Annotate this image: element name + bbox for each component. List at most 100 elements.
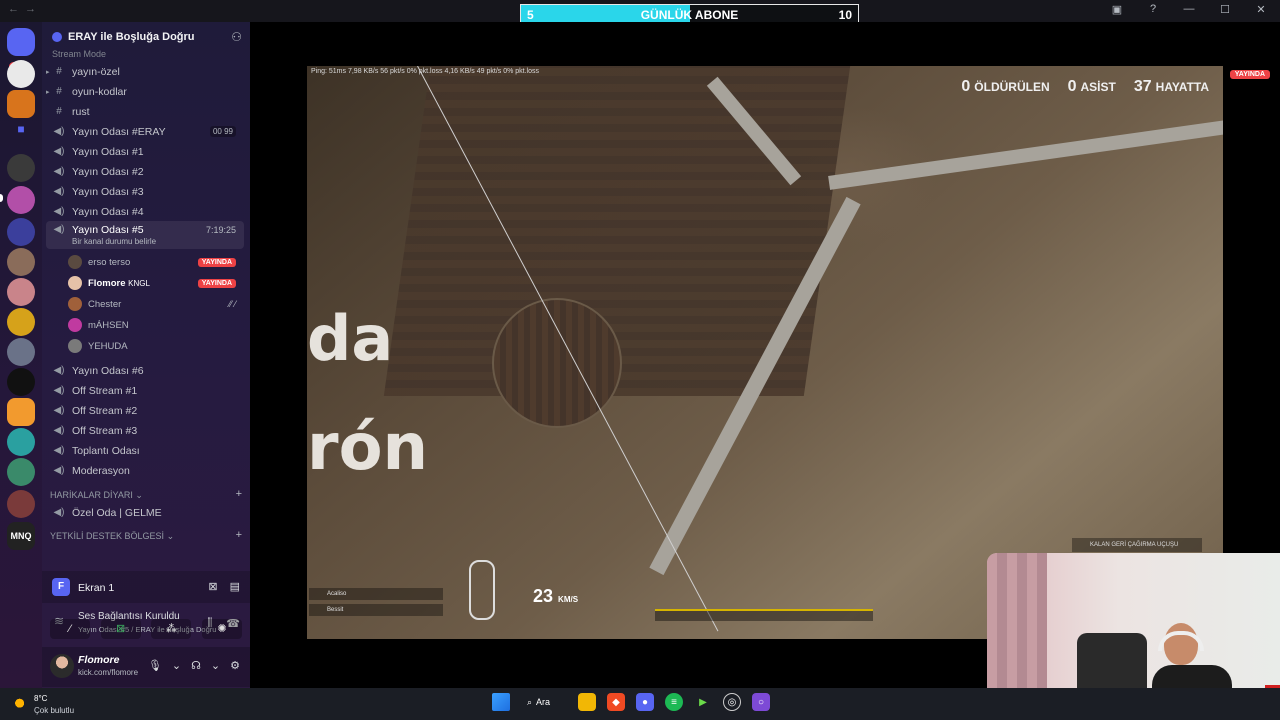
close-button[interactable]: ✕: [1254, 3, 1268, 16]
server-icon[interactable]: [7, 278, 35, 306]
speaker-icon: ◀): [53, 507, 65, 518]
channel-yayin-ozel[interactable]: ▸ # yayın-özel: [46, 62, 244, 81]
caret-icon: ▸: [46, 88, 50, 96]
server-icon[interactable]: [7, 398, 35, 426]
voice-user[interactable]: YEHUDA: [68, 336, 242, 356]
channel-oyun-kodlar[interactable]: ▸ # oyun-kodlar: [46, 82, 244, 101]
team-list: Acaliso Bessit: [309, 588, 443, 616]
map-label: rón: [307, 411, 429, 485]
server-icon[interactable]: [7, 186, 35, 214]
screen-share-title: Ekran 1: [78, 582, 115, 594]
voice-channel[interactable]: ◀) Toplantı Odası: [46, 441, 244, 460]
server-badge-icon: [52, 32, 62, 42]
server-icon[interactable]: [7, 248, 35, 276]
media-icon[interactable]: ▶: [694, 693, 712, 711]
chevron-down-icon: ⌄: [166, 531, 175, 541]
voice-channel[interactable]: ◀) Yayın Odası #2: [46, 162, 244, 181]
voice-channel[interactable]: ◀) Yayın Odası #ERAY 00 99: [46, 122, 244, 141]
screen-share-button[interactable]: ⊠: [100, 619, 141, 639]
voice-channel[interactable]: ◀) Off Stream #2: [46, 401, 244, 420]
server-name: ERAY ile Boşluğa Doğru: [68, 31, 195, 43]
cloud-sun-icon: [14, 696, 28, 708]
speaker-icon: ◀): [53, 405, 65, 416]
gear-icon[interactable]: ⚙: [230, 659, 240, 672]
voice-channel-active[interactable]: ◀) Yayın Odası #5 7:19:25 Bir kanal durum…: [46, 221, 244, 249]
speaker-icon: ◀): [53, 186, 65, 197]
file-explorer-icon[interactable]: [578, 693, 596, 711]
brave-icon[interactable]: ◆: [607, 693, 625, 711]
server-icon[interactable]: [7, 338, 35, 366]
hash-icon: #: [56, 66, 62, 77]
server-rail: 518 ■ MNQ: [0, 22, 42, 688]
microphone-icon[interactable]: 🎙: [148, 659, 162, 672]
voice-channel[interactable]: ◀) Yayın Odası #3: [46, 182, 244, 201]
voice-channel[interactable]: ◀) Off Stream #3: [46, 421, 244, 440]
add-channel-icon[interactable]: +: [236, 488, 242, 500]
category-header[interactable]: YETKİLİ DESTEK BÖLGESİ ⌄ +: [50, 529, 242, 542]
search-button[interactable]: ⌕ Ara: [521, 697, 567, 708]
recall-flight-indicator: KALAN GERİ ÇAĞIRMA UÇUŞU: [1072, 538, 1202, 552]
activities-icon[interactable]: ⁂: [151, 619, 192, 639]
server-icon[interactable]: [7, 218, 35, 246]
windows-taskbar: 8°C Çok bulutlu ⌕ Ara ◆ ● ≡ ▶ ◎ ○: [0, 688, 1280, 720]
add-channel-icon[interactable]: +: [236, 529, 242, 541]
help-icon[interactable]: ?: [1146, 3, 1160, 16]
voice-channel[interactable]: ◀) Yayın Odası #6: [46, 361, 244, 380]
folder-icon[interactable]: ■: [7, 122, 35, 150]
username[interactable]: Flomore: [78, 654, 119, 666]
channel-status[interactable]: Bir kanal durumu belirle: [72, 237, 156, 246]
network-stats: Ping: 51ms 7,98 KB/s 56 pkt/s 0% pkt.los…: [311, 68, 540, 75]
voice-channel[interactable]: ◀) Off Stream #1: [46, 381, 244, 400]
server-icon[interactable]: [7, 368, 35, 396]
voice-user[interactable]: mÁHSEN: [68, 315, 242, 335]
obs-icon[interactable]: ◎: [723, 693, 741, 711]
avatar[interactable]: [50, 654, 74, 678]
temperature: 8°C: [34, 694, 48, 703]
search-icon: ⌕: [527, 696, 533, 707]
speaker-icon: ◀): [53, 445, 65, 456]
discord-icon[interactable]: ●: [636, 693, 654, 711]
chevron-down-icon[interactable]: ⌄: [172, 659, 181, 672]
minimize-button[interactable]: —: [1182, 3, 1196, 16]
round-field: [492, 298, 622, 428]
camera-off-icon[interactable]: ⁄: [50, 619, 90, 639]
stop-stream-icon[interactable]: ⊠: [208, 580, 217, 593]
user-status: kick.com/flomore: [78, 668, 139, 677]
voice-user[interactable]: erso terso YAYINDA: [68, 252, 242, 272]
server-icon[interactable]: [7, 428, 35, 456]
voice-channel[interactable]: ◀) Yayın Odası #4: [46, 202, 244, 221]
stream-settings-icon[interactable]: ▤: [230, 580, 240, 593]
channel-timer: 7:19:25: [205, 225, 236, 235]
goal-target: 10: [838, 8, 852, 22]
voice-channel[interactable]: ◀) Özel Oda | GELME: [46, 503, 244, 522]
server-icon[interactable]: [7, 308, 35, 336]
spotify-icon[interactable]: ≡: [665, 693, 683, 711]
server-icon[interactable]: [7, 154, 35, 182]
voice-channel[interactable]: ◀) Yayın Odası #1: [46, 142, 244, 161]
headphones-icon[interactable]: ☊: [191, 659, 201, 672]
voice-channel[interactable]: ◀) Moderasyon: [46, 461, 244, 480]
speaker-icon: ◀): [53, 385, 65, 396]
server-icon[interactable]: [7, 60, 35, 88]
soundboard-icon[interactable]: ✺: [201, 619, 242, 639]
category-header[interactable]: HARİKALAR DİYARI ⌄ +: [50, 488, 242, 501]
server-icon[interactable]: [7, 458, 35, 486]
speaker-icon: ◀): [53, 206, 65, 217]
inbox-icon[interactable]: ▣: [1110, 3, 1124, 16]
chevron-down-icon[interactable]: ⌄: [211, 659, 220, 672]
windows-start-icon[interactable]: [492, 693, 510, 711]
server-icon[interactable]: MNQ: [7, 522, 35, 550]
invite-people-icon[interactable]: ⚇: [231, 30, 242, 44]
live-badge: YAYINDA: [1229, 70, 1270, 79]
nav-arrows[interactable]: ←→: [8, 3, 42, 15]
server-icon[interactable]: [7, 490, 35, 518]
server-header[interactable]: ERAY ile Boşluğa Doğru ⚇: [42, 22, 250, 52]
channel-rust[interactable]: # rust: [46, 102, 244, 121]
voice-user[interactable]: Chester ⁄⁄ ⁄: [68, 294, 242, 314]
home-icon[interactable]: [7, 28, 35, 56]
server-icon[interactable]: [7, 90, 35, 118]
user-panel: Flomore kick.com/flomore 🎙 ⌄ ☊ ⌄ ⚙: [42, 647, 250, 687]
voice-user[interactable]: Flomore KNGL YAYINDA: [68, 273, 242, 293]
maximize-button[interactable]: ☐: [1218, 3, 1232, 16]
twitch-studio-icon[interactable]: ○: [752, 693, 770, 711]
